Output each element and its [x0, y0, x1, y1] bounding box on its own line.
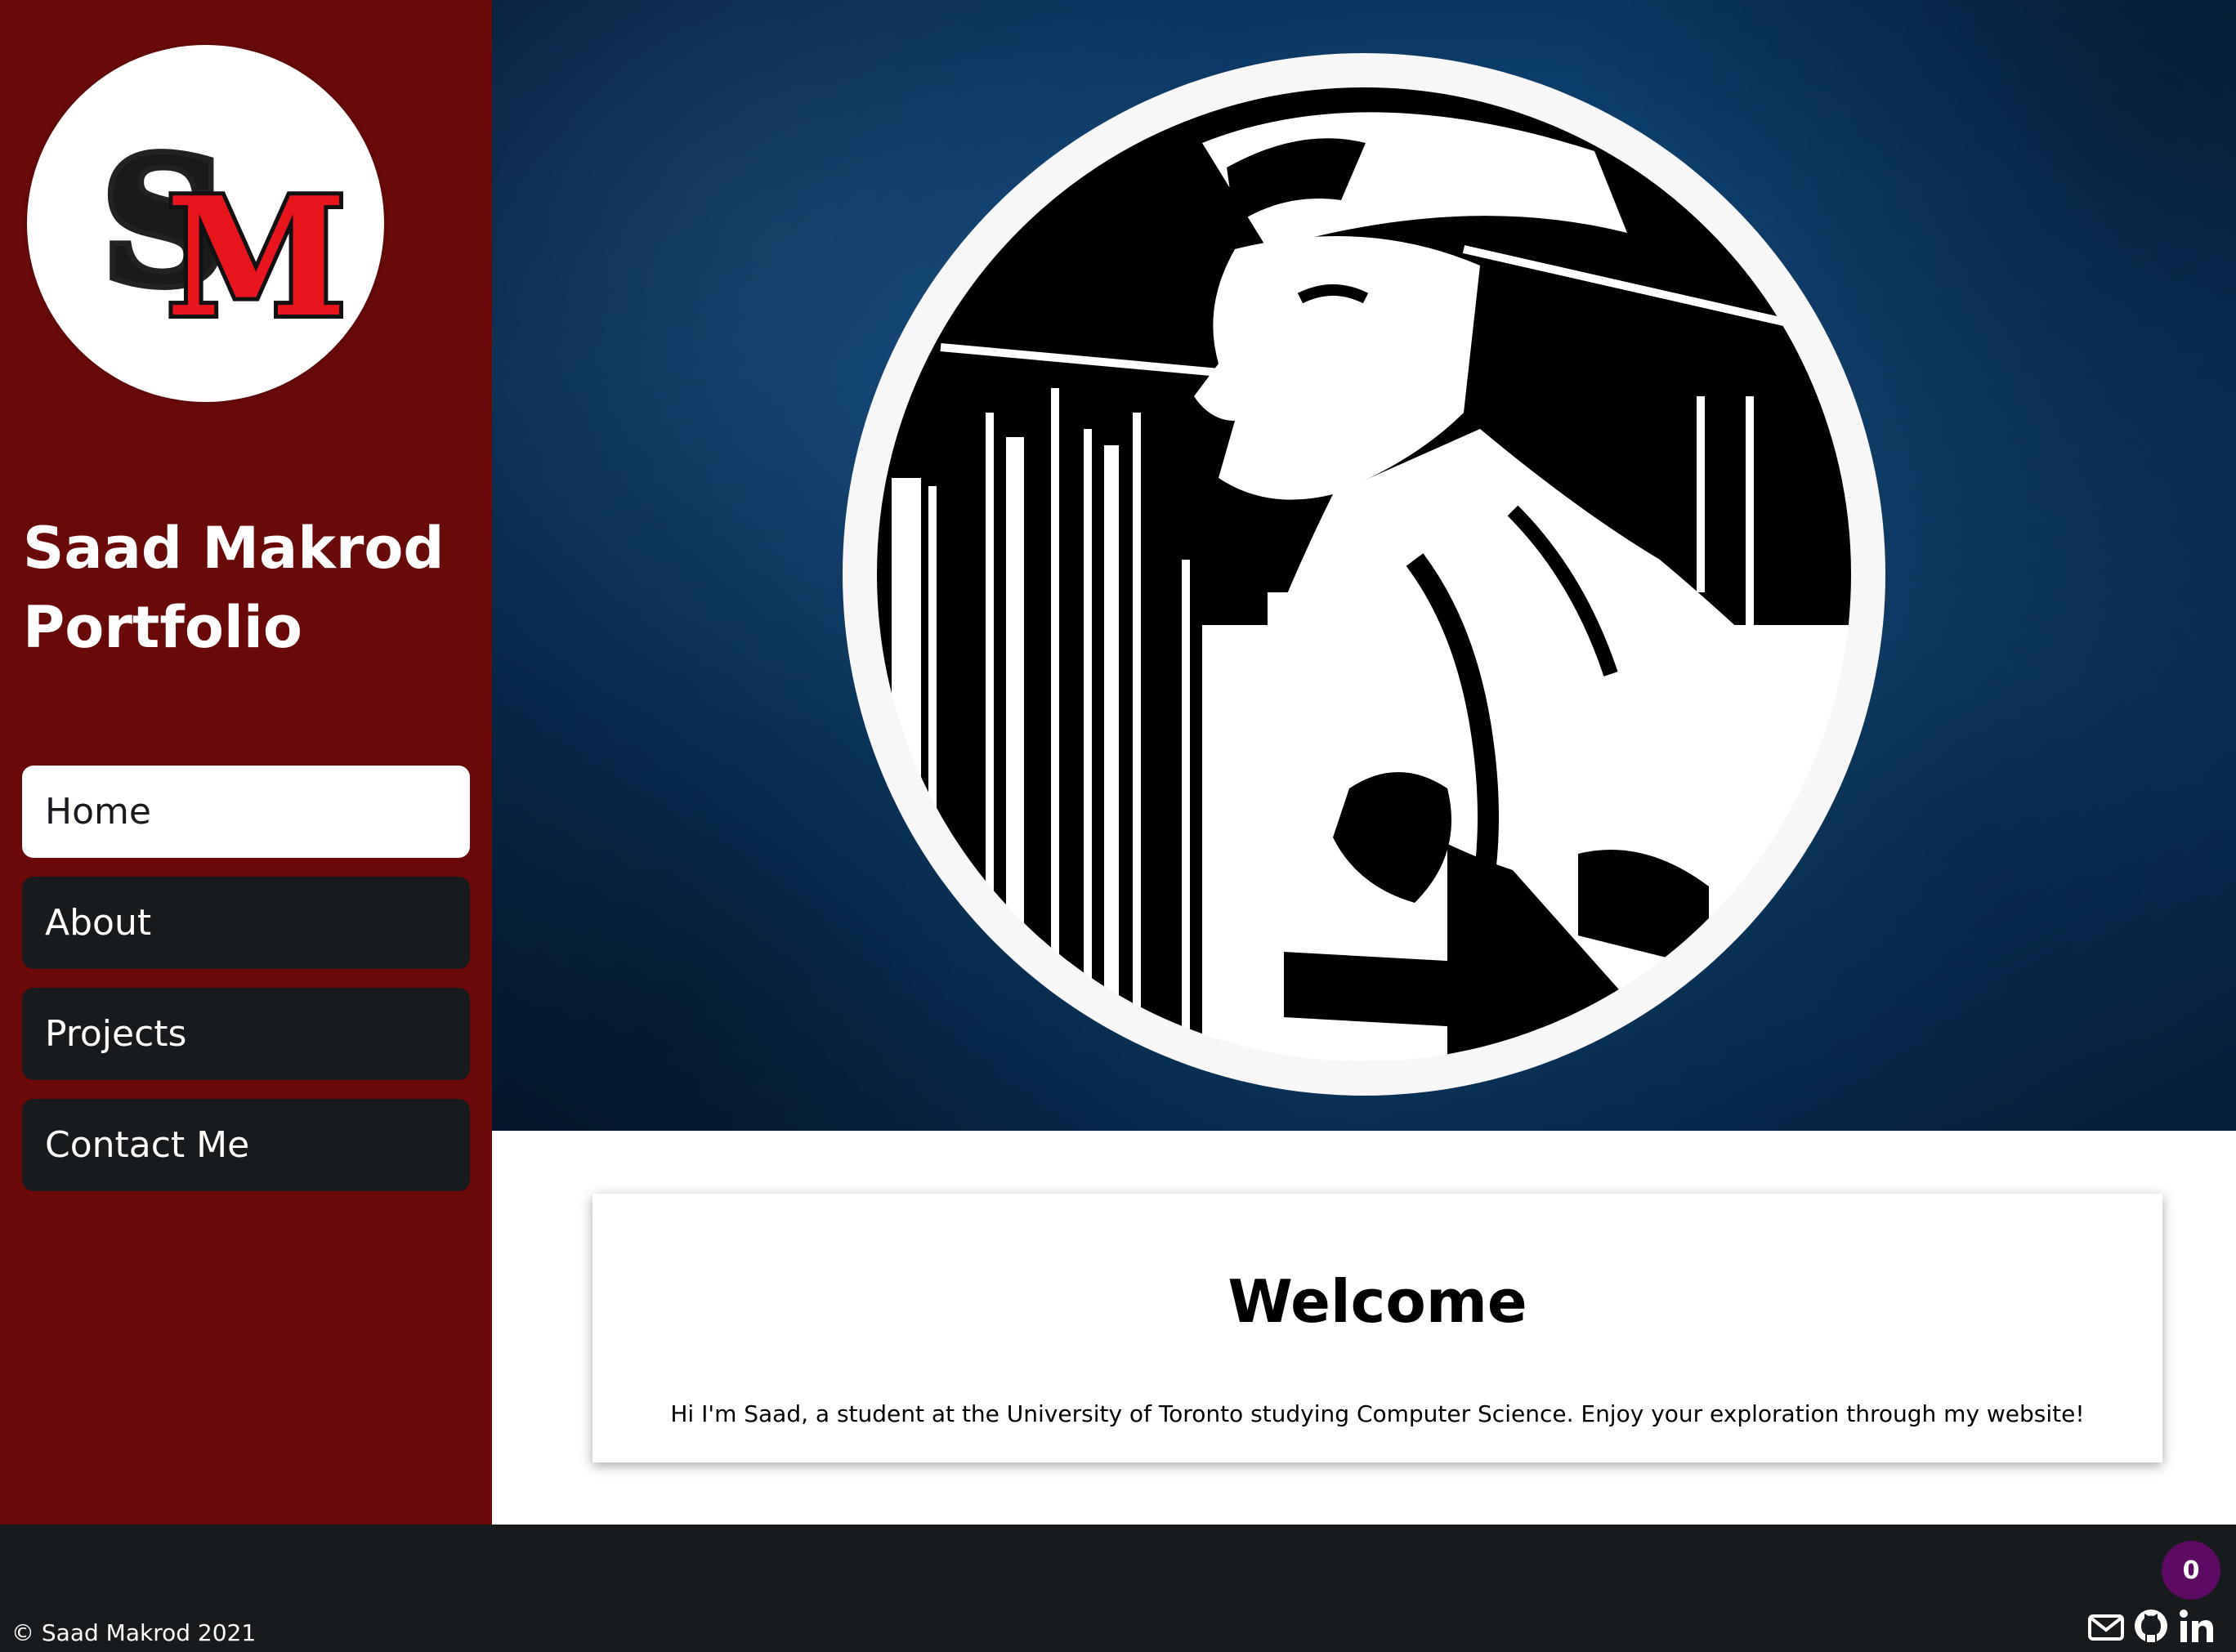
portrait-sketch-icon — [847, 58, 1880, 1091]
site-title: Saad Makrod Portfolio — [23, 509, 481, 667]
welcome-card: Welcome Hi I'm Saad, a student at the Un… — [593, 1194, 2162, 1462]
sm-logo[interactable]: S S M M — [27, 45, 384, 402]
site-title-line2: Portfolio — [23, 594, 303, 661]
nav-item-contact-me[interactable]: Contact Me — [22, 1099, 470, 1191]
nav-item-label: Contact Me — [45, 1124, 250, 1166]
svg-text:M: M — [166, 162, 347, 354]
sidebar: S S M M Saad Makrod Portfolio Home About… — [0, 0, 492, 1525]
nav-item-projects[interactable]: Projects — [22, 988, 470, 1080]
hero-banner — [492, 0, 2236, 1131]
welcome-text: Hi I'm Saad, a student at the University… — [670, 1400, 2085, 1427]
logo-monogram-icon: S S M M — [96, 115, 351, 358]
notification-badge[interactable]: 0 — [2162, 1541, 2220, 1600]
copyright-text: © Saad Makrod 2021 — [11, 1619, 257, 1646]
profile-portrait — [843, 53, 1885, 1096]
footer: © Saad Makrod 2021 0 — [0, 1525, 2236, 1652]
nav-item-about[interactable]: About — [22, 877, 470, 969]
sidebar-nav: Home About Projects Contact Me — [22, 766, 470, 1210]
linkedin-icon[interactable] — [2177, 1606, 2216, 1645]
site-title-line1: Saad Makrod — [23, 515, 445, 582]
nav-item-home[interactable]: Home — [22, 766, 470, 858]
nav-item-label: Home — [45, 791, 151, 833]
welcome-title: Welcome — [1228, 1267, 1527, 1336]
github-icon[interactable] — [2133, 1606, 2169, 1645]
mail-icon[interactable] — [2087, 1606, 2125, 1645]
nav-item-label: About — [45, 902, 152, 944]
nav-item-label: Projects — [45, 1013, 187, 1055]
